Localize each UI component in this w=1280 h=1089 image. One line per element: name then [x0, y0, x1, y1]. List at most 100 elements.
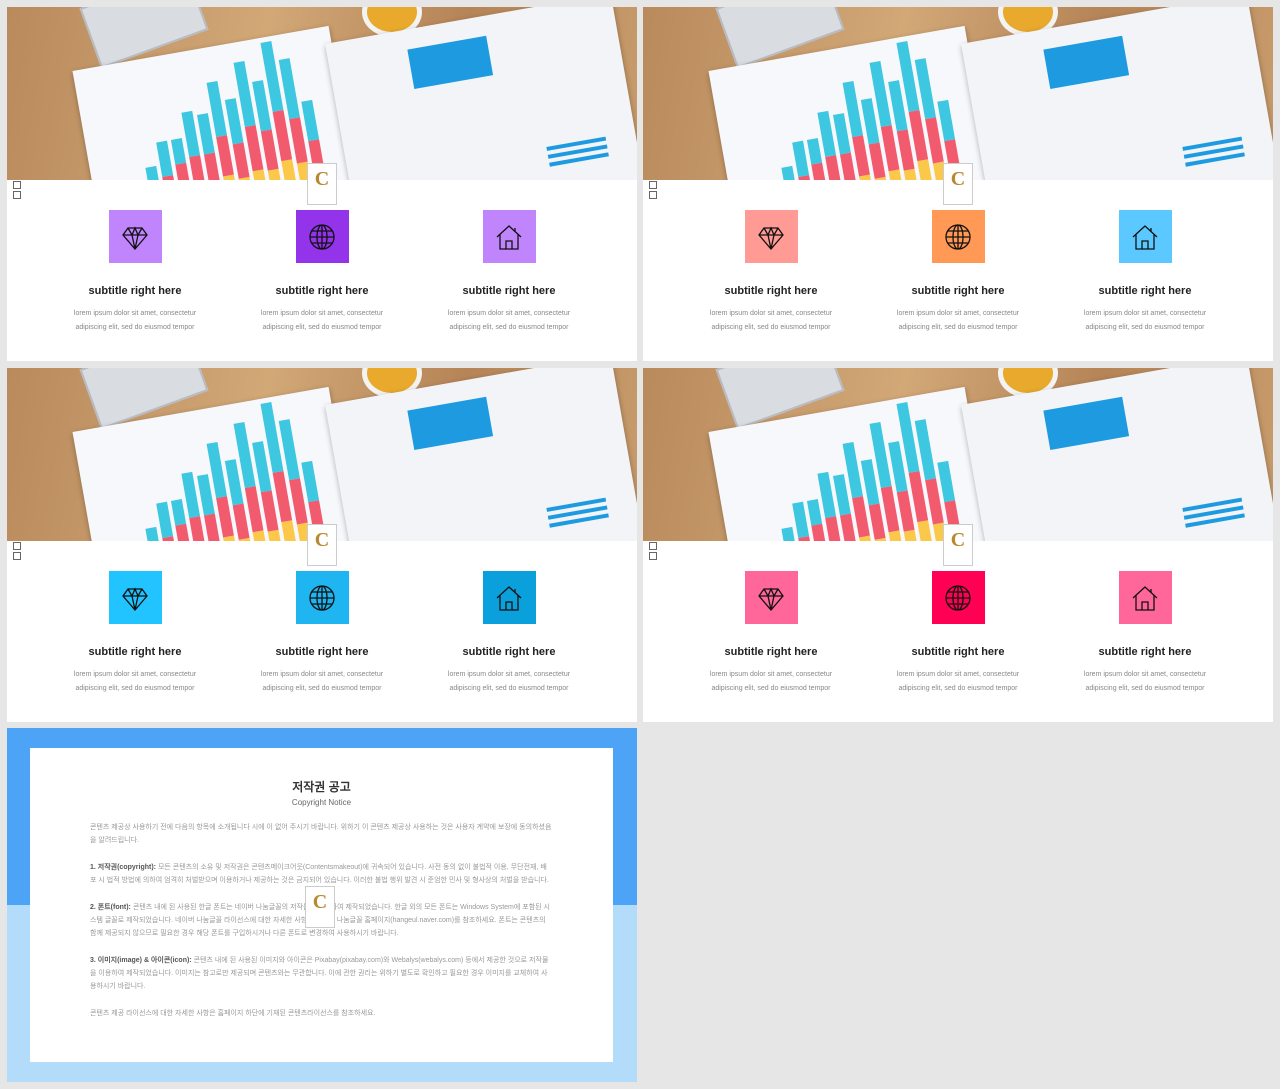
globe-icon [295, 210, 349, 263]
feature-title: subtitle right here [911, 646, 1005, 658]
section-label: 3. 이미지(image) & 아이콘(icon): [90, 957, 192, 964]
feature-title: subtitle right here [88, 646, 182, 658]
photo-bar [189, 155, 206, 180]
photo-bar [781, 526, 796, 541]
globe-icon [295, 571, 349, 624]
house-icon [1118, 571, 1172, 624]
feature-column: subtitle right here lorem ipsum dolor si… [865, 210, 1051, 335]
photo-bar [232, 503, 250, 540]
photo-bar [811, 162, 828, 180]
photo-bar [792, 140, 810, 178]
feature-title: subtitle right here [911, 285, 1005, 297]
diamond-icon [108, 571, 162, 624]
photo-bar [868, 142, 886, 179]
slide-4[interactable]: C subtitle right here lorem ipsum dolor … [643, 368, 1273, 722]
checkbox-icon [13, 552, 21, 560]
globe-icon [931, 210, 985, 263]
photo-bar [937, 460, 956, 503]
feature-title: subtitle right here [88, 285, 182, 297]
photo-bar [903, 529, 920, 541]
diamond-icon [108, 210, 162, 263]
photo-bar [189, 516, 206, 541]
photo-bar [145, 165, 160, 180]
photo-bar [781, 165, 796, 180]
checkbox-icon [649, 552, 657, 560]
diamond-icon [744, 571, 798, 624]
photo-bar [888, 530, 905, 541]
photo-bar [175, 162, 192, 180]
photo-bar [806, 138, 823, 165]
photo-bar [839, 513, 857, 541]
feature-column: subtitle right here lorem ipsum dolor si… [229, 571, 415, 696]
desk-photo [7, 7, 637, 180]
copyright-intro: 콘텐츠 제공상 사용하기 전에 다음의 항목에 소개됩니다 시에 이 없어 주시… [90, 824, 552, 844]
feature-column: subtitle right here lorem ipsum dolor si… [678, 210, 864, 335]
photo-bar [806, 499, 823, 526]
feature-title: subtitle right here [462, 646, 556, 658]
photo-bar [203, 152, 221, 180]
photo-bar [175, 523, 192, 541]
desk-photo [7, 368, 637, 541]
feature-text: lorem ipsum dolor sit amet, consectetur a… [1083, 671, 1207, 692]
photo-bar [825, 516, 842, 541]
feature-text: lorem ipsum dolor sit amet, consectetur a… [73, 310, 197, 331]
feature-title: subtitle right here [1098, 285, 1192, 297]
copyright-slide[interactable]: 저작권 공고 Copyright Notice 콘텐츠 제공상 사용하기 전에 … [7, 728, 637, 1082]
feature-column: subtitle right here lorem ipsum dolor si… [42, 210, 228, 335]
resume-paper [325, 7, 637, 180]
photo-bar [868, 503, 886, 540]
photo-bar [252, 169, 269, 180]
section-text: 모든 콘텐츠의 소유 및 저작권은 콘텐츠메이크어웃(Contentsmakeo… [90, 864, 549, 884]
photo-bar [267, 168, 284, 180]
photo-bar [267, 529, 284, 541]
photo-bar [252, 530, 269, 541]
desk-photo [643, 7, 1273, 180]
feature-title: subtitle right here [462, 285, 556, 297]
watermark-logo: C [307, 524, 337, 566]
photo-bar [156, 140, 174, 178]
feature-text: lorem ipsum dolor sit amet, consectetur a… [447, 671, 571, 692]
watermark-logo: C [305, 886, 335, 928]
feature-text: lorem ipsum dolor sit amet, consectetur a… [73, 671, 197, 692]
feature-column: subtitle right here lorem ipsum dolor si… [1052, 571, 1238, 696]
photo-bar [281, 159, 299, 180]
checkbox-icon [649, 542, 657, 550]
photo-bar [301, 460, 320, 503]
checkbox-icon [649, 181, 657, 189]
photo-bar [301, 99, 320, 142]
feature-column: subtitle right here lorem ipsum dolor si… [678, 571, 864, 696]
copyright-section-3: 3. 이미지(image) & 아이콘(icon): 콘텐츠 내에 된 사용된 … [90, 954, 553, 993]
photo-bar [917, 520, 935, 541]
feature-column: subtitle right here lorem ipsum dolor si… [1052, 210, 1238, 335]
house-icon [482, 210, 536, 263]
feature-text: lorem ipsum dolor sit amet, consectetur a… [709, 671, 833, 692]
photo-bar [811, 523, 828, 541]
copyright-outro: 콘텐츠 제공 라이선스에 대한 자세한 사항은 홈페이지 하단에 기재된 콘텐츠… [90, 1010, 376, 1017]
photo-bar [145, 526, 160, 541]
slide-1[interactable]: C subtitle right here lorem ipsum dolor … [7, 7, 637, 361]
feature-text: lorem ipsum dolor sit amet, consectetur a… [896, 310, 1020, 331]
slide-2[interactable]: C subtitle right here lorem ipsum dolor … [643, 7, 1273, 361]
feature-title: subtitle right here [275, 646, 369, 658]
feature-text: lorem ipsum dolor sit amet, consectetur a… [447, 310, 571, 331]
watermark-logo: C [943, 163, 973, 205]
feature-column: subtitle right here lorem ipsum dolor si… [416, 571, 602, 696]
feature-title: subtitle right here [724, 285, 818, 297]
checkbox-icon [13, 542, 21, 550]
photo-bar [792, 501, 810, 539]
photo-bar [937, 99, 956, 142]
photo-bar [170, 138, 187, 165]
slide-3[interactable]: C subtitle right here lorem ipsum dolor … [7, 368, 637, 722]
checkbox-icon [649, 191, 657, 199]
photo-bar [825, 155, 842, 180]
feature-title: subtitle right here [724, 646, 818, 658]
feature-title: subtitle right here [275, 285, 369, 297]
photo-bar [170, 499, 187, 526]
house-icon [482, 571, 536, 624]
photo-bar [903, 168, 920, 180]
photo-bar [232, 142, 250, 179]
watermark-logo: C [307, 163, 337, 205]
feature-title: subtitle right here [1098, 646, 1192, 658]
diamond-icon [744, 210, 798, 263]
feature-text: lorem ipsum dolor sit amet, consectetur a… [896, 671, 1020, 692]
